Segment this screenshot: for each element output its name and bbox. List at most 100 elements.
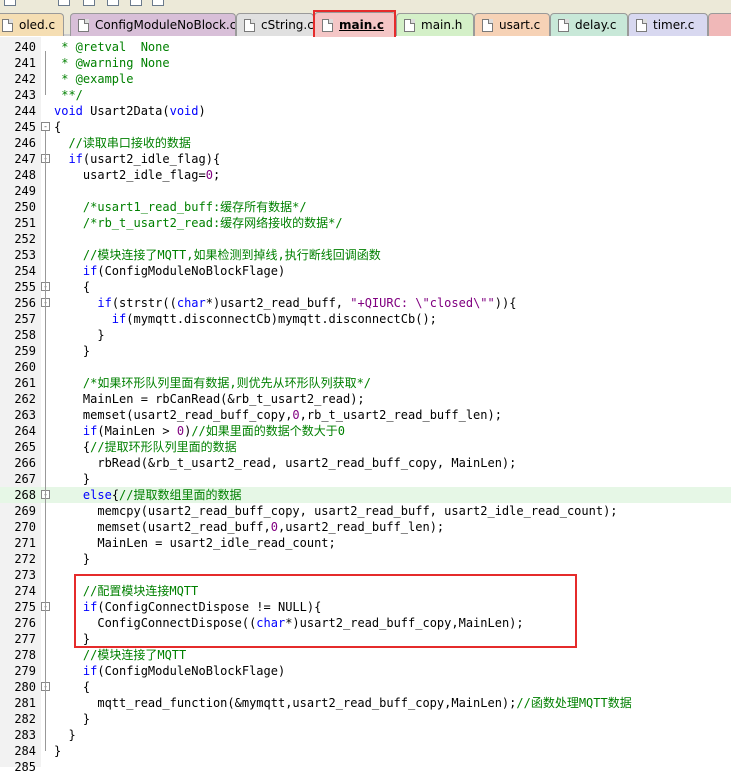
code-line[interactable]: 271 MainLen = usart2_idle_read_count; <box>0 535 731 551</box>
code-text: } <box>54 344 91 358</box>
line-number: 282 <box>14 712 36 726</box>
code-line[interactable]: 261 /*如果环形队列里面有数据,则优先从环形队列获取*/ <box>0 375 731 391</box>
line-number: 277 <box>14 632 36 646</box>
code-text: //模块连接了MQTT <box>54 648 187 662</box>
code-line[interactable]: 254 if(ConfigModuleNoBlockFlage) <box>0 263 731 279</box>
code-text: } <box>54 744 62 758</box>
line-number: 272 <box>14 552 36 566</box>
code-line[interactable]: 250 /*usart1_read_buff:缓存所有数据*/ <box>0 199 731 215</box>
code-text: **/ <box>54 88 83 102</box>
cut-icon[interactable] <box>4 0 16 6</box>
line-number: 242 <box>14 72 36 86</box>
code-line[interactable]: 267 } <box>0 471 731 487</box>
line-number: 264 <box>14 424 36 438</box>
line-number: 285 <box>14 760 36 774</box>
line-number: 266 <box>14 456 36 470</box>
line-number: 247 <box>14 152 36 166</box>
code-text: //模块连接了MQTT,如果检测到掉线,执行断线回调函数 <box>54 248 381 262</box>
code-line[interactable]: 265 {//提取环形队列里面的数据 <box>0 439 731 455</box>
file-icon <box>482 18 493 32</box>
code-text: MainLen = usart2_idle_read_count; <box>54 536 336 550</box>
code-line[interactable]: 284} <box>0 743 731 759</box>
code-line[interactable]: 248 usart2_idle_flag=0; <box>0 167 731 183</box>
line-number: 260 <box>14 360 36 374</box>
annotation-highlight-box <box>74 574 577 648</box>
code-line[interactable]: 283 } <box>0 727 731 743</box>
code-line[interactable]: 255- { <box>0 279 731 295</box>
tab-delay-c[interactable]: delay.c <box>550 13 628 36</box>
file-icon <box>2 18 13 32</box>
code-line[interactable]: 257 if(mymqtt.disconnectCb)mymqtt.discon… <box>0 311 731 327</box>
line-number: 271 <box>14 536 36 550</box>
line-number: 255 <box>14 280 36 294</box>
bookmark-icon[interactable] <box>152 0 164 6</box>
tab-usart-c[interactable]: usart.c <box>474 13 550 36</box>
code-text: /*rb_t_usart2_read:缓存网络接收的数据*/ <box>54 216 343 230</box>
code-text: * @example <box>54 72 134 86</box>
code-line[interactable]: 268- else{//提取数组里面的数据 <box>0 487 731 503</box>
tab-main-h[interactable]: main.h <box>396 13 474 36</box>
code-line[interactable]: 256- if(strstr((char*)usart2_read_buff, … <box>0 295 731 311</box>
code-line[interactable]: 263 memset(usart2_read_buff_copy,0,rb_t_… <box>0 407 731 423</box>
code-text: { <box>54 280 91 294</box>
tab-configmodulenoblock-c[interactable]: ConfigModuleNoBlock.c <box>70 13 236 36</box>
code-line[interactable]: 281 mqtt_read_function(&mymqtt,usart2_re… <box>0 695 731 711</box>
tab-oled-c[interactable]: oled.c <box>0 13 64 36</box>
tab-label: delay.c <box>575 18 617 32</box>
code-text: if(ConfigModuleNoBlockFlage) <box>82 664 286 678</box>
line-number: 280 <box>14 680 36 694</box>
code-line[interactable]: 262 MainLen = rbCanRead(&rb_t_usart2_rea… <box>0 391 731 407</box>
code-line[interactable]: 242 * @example <box>0 71 731 87</box>
line-number: 241 <box>14 56 36 70</box>
line-number: 269 <box>14 504 36 518</box>
code-line[interactable]: 280- { <box>0 679 731 695</box>
code-line[interactable]: 252 <box>0 231 731 247</box>
copy-icon[interactable] <box>58 0 70 6</box>
code-line[interactable]: 260 <box>0 359 731 375</box>
code-line[interactable]: 266 rbRead(&rb_t_usart2_read, usart2_rea… <box>0 455 731 471</box>
code-text: {//提取环形队列里面的数据 <box>54 440 237 454</box>
code-line[interactable]: 246 //读取串口接收的数据 <box>0 135 731 151</box>
file-icon <box>558 18 569 32</box>
code-line[interactable]: 272 } <box>0 551 731 567</box>
line-number: 250 <box>14 200 36 214</box>
line-number: 261 <box>14 376 36 390</box>
code-line[interactable]: 258 } <box>0 327 731 343</box>
line-number: 278 <box>14 648 36 662</box>
paste-icon[interactable] <box>83 0 95 6</box>
code-text: memcpy(usart2_read_buff_copy, usart2_rea… <box>54 504 618 518</box>
tab-cstring-c[interactable]: cString.c <box>236 13 314 36</box>
code-line[interactable]: 247- if(usart2_idle_flag){ <box>0 151 731 167</box>
code-line[interactable]: 243 **/ <box>0 87 731 103</box>
code-line[interactable]: 259 } <box>0 343 731 359</box>
code-line[interactable]: 279 if(ConfigModuleNoBlockFlage) <box>0 663 731 679</box>
tab-timer-c[interactable]: timer.c <box>628 13 708 36</box>
fold-guide <box>45 51 46 95</box>
code-text: usart2_idle_flag=0; <box>54 168 221 182</box>
line-number: 259 <box>14 344 36 358</box>
code-line[interactable]: 253 //模块连接了MQTT,如果检测到掉线,执行断线回调函数 <box>0 247 731 263</box>
code-line[interactable]: 264 if(MainLen > 0)//如果里面的数据个数大于0 <box>0 423 731 439</box>
code-line[interactable]: 282 } <box>0 711 731 727</box>
code-line[interactable]: 270 memset(usart2_read_buff,0,usart2_rea… <box>0 519 731 535</box>
code-line[interactable]: 249 <box>0 183 731 199</box>
code-line[interactable]: 251 /*rb_t_usart2_read:缓存网络接收的数据*/ <box>0 215 731 231</box>
code-line[interactable]: 269 memcpy(usart2_read_buff_copy, usart2… <box>0 503 731 519</box>
line-number: 270 <box>14 520 36 534</box>
code-line[interactable]: 278 //模块连接了MQTT <box>0 647 731 663</box>
navigate-back-icon[interactable] <box>107 0 119 6</box>
code-line[interactable]: 285 <box>0 759 731 775</box>
code-text: if(strstr((char*)usart2_read_buff, "+QIU… <box>97 296 517 310</box>
navigate-forward-icon[interactable] <box>130 0 142 6</box>
line-number: 283 <box>14 728 36 742</box>
code-editor[interactable]: 240 * @retval None 241 * @warning None 242… <box>0 37 731 774</box>
line-number: 268 <box>14 488 36 502</box>
fold-toggle-icon[interactable]: - <box>41 122 50 131</box>
line-number: 265 <box>14 440 36 454</box>
code-line[interactable]: 241 * @warning None <box>0 55 731 71</box>
code-line[interactable]: 245-{ <box>0 119 731 135</box>
line-number: 267 <box>14 472 36 486</box>
code-line[interactable]: 240 * @retval None <box>0 39 731 55</box>
code-line[interactable]: 244 void Usart2Data(void) <box>0 103 731 119</box>
tab-overflow[interactable] <box>708 13 731 36</box>
